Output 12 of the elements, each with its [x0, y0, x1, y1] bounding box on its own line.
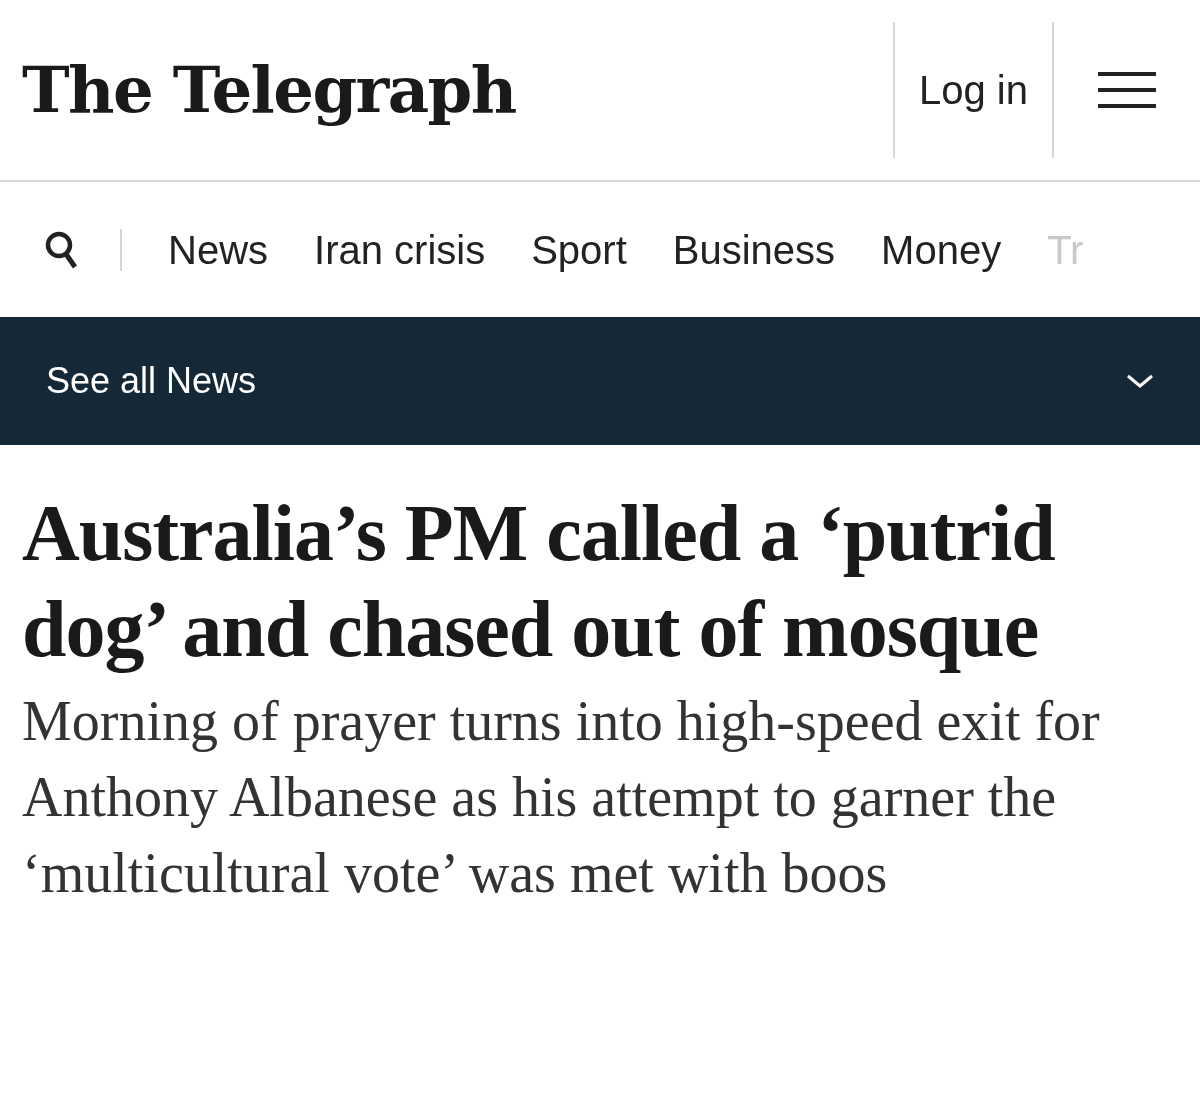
standfirst: Morning of prayer turns into high-speed exit for Anthony Albanese as his attempt to garner the ‘multicultural vote’ was met with boos — [22, 689, 1101, 906]
nav-link[interactable]: Sport — [531, 219, 627, 280]
nav-link[interactable]: News — [168, 219, 269, 280]
section-bar[interactable]: See all News — [0, 317, 1200, 445]
chevron-down-icon — [1126, 373, 1154, 389]
login-link[interactable]: Log in — [919, 60, 1028, 120]
search-icon[interactable] — [44, 229, 78, 270]
headline: Australia’s PM called a ‘putrid dog’ and chased out of mosque — [22, 488, 1056, 675]
nav-link[interactable]: Iran crisis — [314, 219, 486, 280]
nav-link[interactable]: Business — [672, 219, 836, 280]
nav-link[interactable]: Money — [881, 219, 1002, 280]
menu-icon[interactable] — [1098, 69, 1156, 111]
